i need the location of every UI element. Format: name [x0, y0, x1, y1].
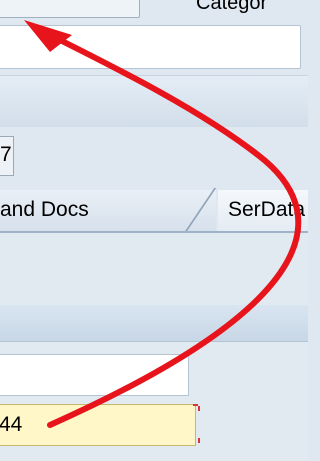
- small-field-value: 7: [0, 143, 12, 166]
- form-field-1[interactable]: [0, 354, 189, 396]
- required-marker-bottom: [198, 438, 200, 443]
- section-band: [0, 75, 308, 127]
- category-label: Categor: [196, 0, 268, 14]
- tab-docs[interactable]: and Docs: [0, 190, 216, 232]
- form-field-2[interactable]: 44: [0, 404, 196, 446]
- wide-input-field[interactable]: [0, 25, 301, 69]
- required-marker-side: [198, 406, 200, 411]
- section-header-bar: [0, 305, 308, 342]
- top-field[interactable]: [0, 0, 140, 18]
- tab-serdata[interactable]: SerData: [218, 190, 308, 232]
